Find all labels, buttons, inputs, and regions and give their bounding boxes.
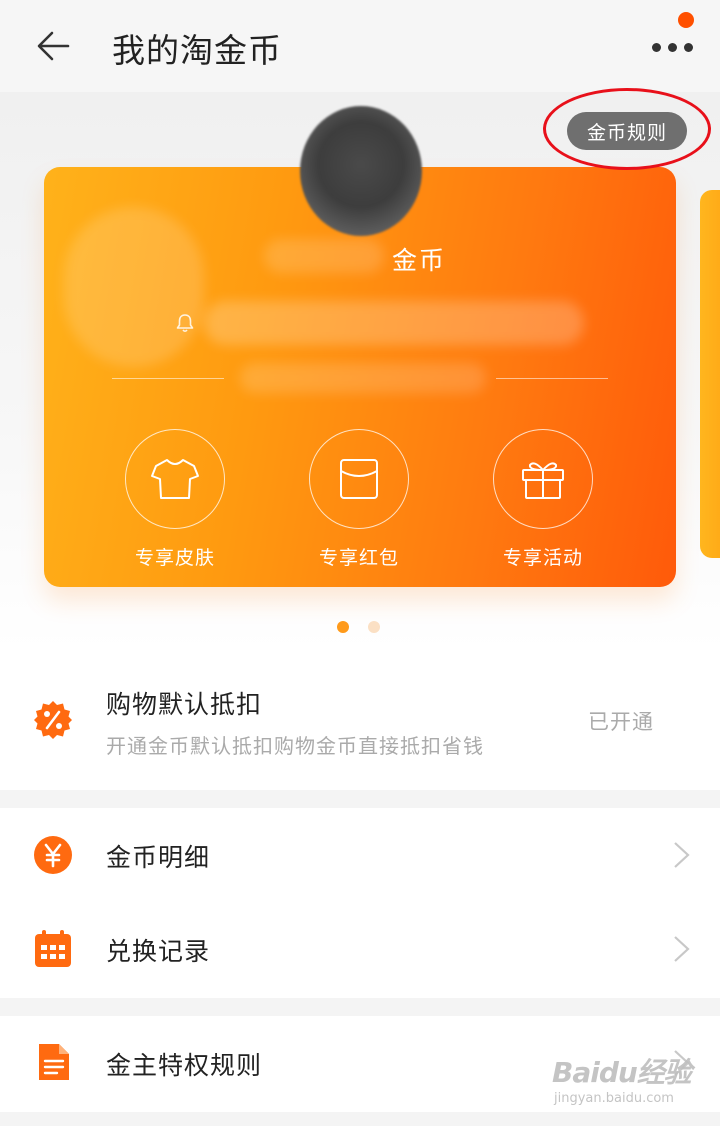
- pager-dot-active[interactable]: [337, 621, 349, 633]
- bell-icon: [176, 314, 194, 333]
- feature-label: 专享活动: [502, 547, 583, 569]
- divider-left: [112, 378, 224, 379]
- feature-label: 专享红包: [318, 547, 399, 569]
- more-dots-icon[interactable]: [648, 30, 698, 60]
- yen-coin-icon: [34, 836, 72, 874]
- chevron-right-icon: [674, 842, 690, 868]
- feature-exclusive-skin[interactable]: 专享皮肤: [125, 429, 225, 570]
- menu-item-exchange-records[interactable]: 兑换记录: [0, 903, 720, 998]
- calendar-icon: [35, 930, 71, 967]
- menu-item-label: 金币明细: [106, 843, 211, 872]
- notification-dot: [678, 12, 694, 28]
- menu-item-label: 兑换记录: [106, 937, 211, 966]
- watermark-main: Baidu经验: [552, 1056, 692, 1089]
- blurred-subtext: [240, 363, 486, 393]
- menu-item-label: 金主特权规则: [106, 1051, 263, 1080]
- blurred-coin-amount: [264, 239, 384, 273]
- top-nav-bar: 我的淘金币: [0, 0, 720, 92]
- red-envelope-icon: [340, 459, 378, 499]
- watermark: Baidu经验 jingyan.baidu.com: [548, 1047, 698, 1111]
- coin-rules-button[interactable]: 金币规则: [567, 112, 687, 150]
- blurred-region: [64, 207, 204, 367]
- divider-right: [496, 378, 608, 379]
- coin-label: 金币: [392, 246, 447, 275]
- next-card-peek[interactable]: [700, 190, 720, 558]
- feature-exclusive-activity[interactable]: 专享活动: [493, 429, 593, 570]
- avatar[interactable]: [300, 106, 422, 236]
- menu-item-coin-details[interactable]: 金币明细: [0, 808, 720, 903]
- deduction-status: 已开通: [588, 710, 654, 734]
- feature-exclusive-red-envelope[interactable]: 专享红包: [309, 429, 409, 570]
- deduction-subtitle: 开通金币默认抵扣购物金币直接抵扣省钱: [106, 734, 484, 758]
- percent-badge-icon: [34, 701, 72, 739]
- coin-menu-section: 金币明细 兑换记录: [0, 808, 720, 998]
- watermark-sub: jingyan.baidu.com: [554, 1091, 674, 1106]
- feature-label: 专享皮肤: [134, 547, 215, 569]
- document-icon: [39, 1044, 69, 1080]
- pager-dot[interactable]: [368, 621, 380, 633]
- deduction-section: 购物默认抵扣 开通金币默认抵扣购物金币直接抵扣省钱 已开通: [0, 650, 720, 790]
- page-title: 我的淘金币: [112, 31, 282, 70]
- deduction-title: 购物默认抵扣: [106, 690, 263, 719]
- blurred-notice-bar: [204, 301, 584, 345]
- deduction-row[interactable]: 购物默认抵扣 开通金币默认抵扣购物金币直接抵扣省钱 已开通: [0, 650, 720, 790]
- back-arrow-icon[interactable]: [34, 26, 74, 66]
- chevron-right-icon: [674, 936, 690, 962]
- tshirt-icon: [151, 459, 199, 499]
- gift-icon: [522, 462, 564, 499]
